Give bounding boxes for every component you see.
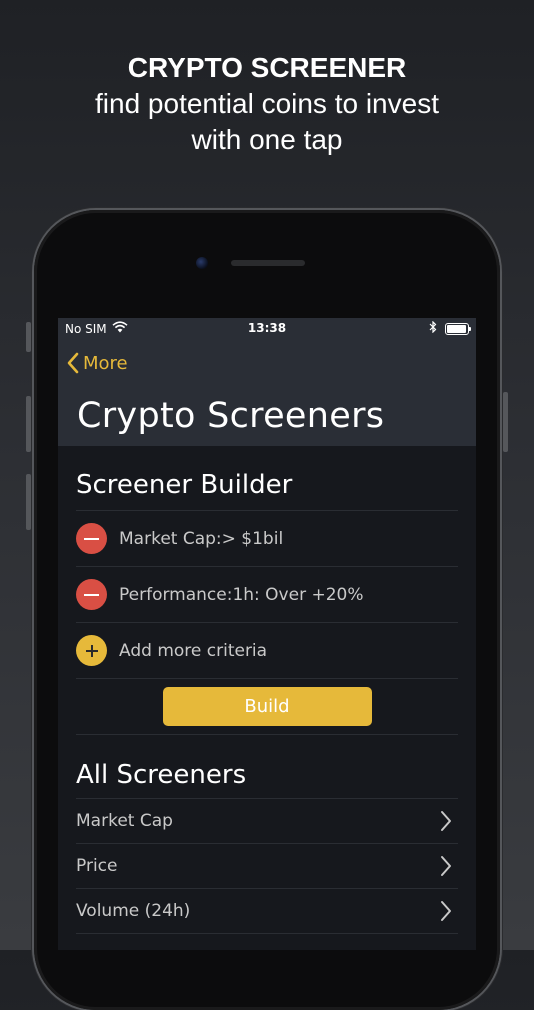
screener-item-label: Market Cap bbox=[76, 811, 173, 831]
screener-item-partial[interactable] bbox=[76, 934, 458, 950]
promo-header: CRYPTO SCREENER find potential coins to … bbox=[0, 50, 534, 158]
promo-subtitle-line1: find potential coins to invest bbox=[95, 88, 439, 119]
criteria-label: Market Cap:> $1bil bbox=[119, 528, 284, 549]
earpiece-speaker bbox=[231, 260, 305, 266]
remove-icon[interactable] bbox=[76, 523, 107, 554]
back-button-label: More bbox=[83, 352, 128, 374]
page-title: Crypto Screeners bbox=[77, 396, 385, 436]
front-camera bbox=[196, 257, 208, 269]
promo-headline: CRYPTO SCREENER bbox=[127, 52, 407, 83]
add-criteria-label: Add more criteria bbox=[119, 640, 268, 661]
app-screen: No SIM 13:38 More Crypto Screeners Scree… bbox=[58, 318, 476, 950]
build-row: Build bbox=[76, 679, 458, 735]
chevron-right-icon bbox=[441, 811, 451, 831]
criteria-label: Performance:1h: Over +20% bbox=[119, 584, 364, 605]
back-button[interactable]: More bbox=[67, 352, 128, 374]
screener-item-label: Price bbox=[76, 856, 118, 876]
criteria-row: Performance:1h: Over +20% bbox=[76, 567, 458, 623]
phone-power-button bbox=[503, 392, 508, 452]
status-time: 13:38 bbox=[247, 321, 287, 335]
promo-subtitle-line2: with one tap bbox=[191, 124, 343, 155]
navigation-bar: More Crypto Screeners bbox=[58, 340, 476, 446]
bluetooth-icon bbox=[429, 320, 437, 336]
add-icon[interactable] bbox=[76, 635, 107, 666]
all-screeners-title: All Screeners bbox=[76, 735, 458, 799]
screener-item-volume[interactable]: Volume (24h) bbox=[76, 889, 458, 934]
phone-mute-switch bbox=[26, 322, 31, 352]
build-button[interactable]: Build bbox=[162, 687, 372, 726]
chevron-right-icon bbox=[441, 856, 451, 876]
chevron-right-icon bbox=[441, 901, 451, 921]
chevron-left-icon bbox=[67, 352, 79, 374]
criteria-row: Market Cap:> $1bil bbox=[76, 511, 458, 567]
main-content: Screener Builder Market Cap:> $1bil Perf… bbox=[58, 446, 476, 950]
screener-item-price[interactable]: Price bbox=[76, 844, 458, 889]
phone-volume-up-button bbox=[26, 396, 31, 452]
phone-volume-down-button bbox=[26, 474, 31, 530]
remove-icon[interactable] bbox=[76, 579, 107, 610]
status-bar: No SIM 13:38 bbox=[58, 318, 476, 340]
screener-builder-title: Screener Builder bbox=[76, 446, 458, 511]
screener-item-label: Volume (24h) bbox=[76, 901, 191, 921]
add-criteria-row[interactable]: Add more criteria bbox=[76, 623, 458, 679]
battery-icon bbox=[445, 322, 471, 335]
screener-item-market-cap[interactable]: Market Cap bbox=[76, 799, 458, 844]
